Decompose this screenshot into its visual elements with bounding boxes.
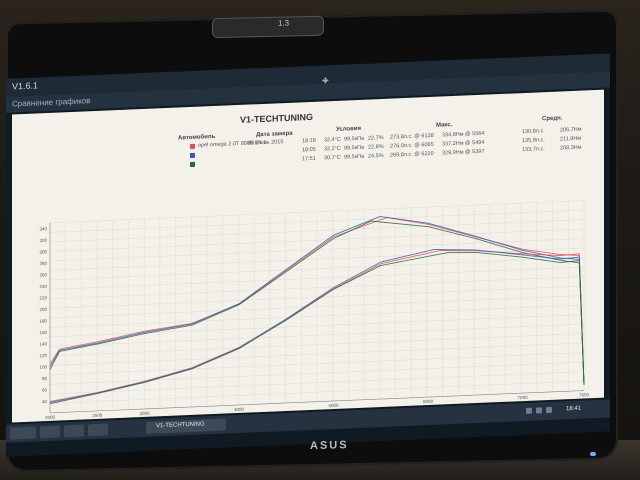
y-tick-label: 60	[42, 387, 48, 392]
y-tick-label: 300	[39, 249, 47, 254]
y-tick-label: 220	[39, 295, 47, 300]
power-led-icon	[590, 452, 596, 456]
x-tick-label: 2000	[45, 415, 56, 420]
y-tick-label: 320	[39, 238, 47, 243]
x-tick-label: 4000	[234, 407, 245, 412]
app-menu-text[interactable]: Сравнение графиков	[12, 96, 91, 108]
y-tick-label: 260	[39, 272, 47, 277]
x-tick-label: 6000	[423, 399, 434, 404]
y-tick-label: 80	[42, 376, 48, 381]
monitor-bezel: 1.3 V1.6.1 ⌖ Сравнение графиков V1-TECHT…	[6, 9, 618, 473]
app-title: V1.6.1	[12, 80, 39, 92]
webcam-label: 1.3	[278, 18, 290, 28]
x-tick-label: 7000	[518, 395, 529, 400]
x-tick-label: 5000	[329, 403, 340, 408]
y-tick-label: 280	[39, 261, 47, 266]
monitor-brand-logo: ASUS	[310, 439, 349, 453]
start-button[interactable]	[10, 426, 36, 440]
y-tick-label: 200	[39, 307, 47, 312]
webcam-icon	[212, 15, 324, 39]
x-tick-label: 7650	[579, 392, 590, 397]
x-tick-label: 2500	[92, 413, 103, 418]
taskbar-app-1[interactable]	[40, 425, 60, 439]
taskbar-app-3[interactable]	[88, 423, 108, 437]
dyno-sheet: V1-TECHTUNING Автомобиль Дата замера Усл…	[12, 89, 604, 423]
y-tick-label: 140	[39, 341, 47, 346]
taskbar-clock: 18:41	[566, 405, 582, 413]
monitor-screen: V1.6.1 ⌖ Сравнение графиков V1-TECHTUNIN…	[6, 53, 610, 457]
volume-icon[interactable]	[536, 407, 542, 414]
y-tick-label: 180	[39, 318, 47, 323]
network-icon[interactable]	[526, 407, 532, 414]
x-tick-label: 3000	[140, 411, 151, 416]
y-tick-label: 120	[39, 353, 47, 358]
language-icon[interactable]	[546, 406, 552, 414]
y-tick-label: 100	[39, 364, 47, 369]
y-tick-label: 40	[42, 399, 48, 404]
y-tick-label: 240	[39, 284, 47, 289]
y-tick-label: 160	[39, 330, 47, 335]
y-tick-label: 340	[39, 226, 47, 231]
taskbar-app-2[interactable]	[64, 424, 84, 438]
dyno-chart: 2000 2500 3000 4000 5000 6000 7000 7650 40 60 80 10…	[39, 200, 590, 420]
